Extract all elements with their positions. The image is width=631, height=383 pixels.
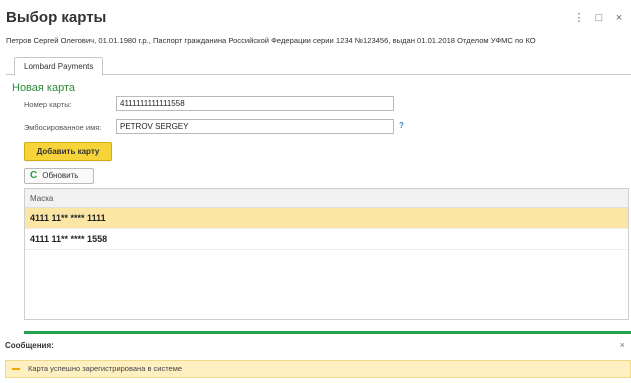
window-title: Выбор карты [6,9,107,26]
table-row[interactable]: 4111 11** **** 1558 [25,229,628,250]
maximize-icon[interactable]: □ [589,10,609,26]
refresh-button[interactable]: C Обновить [24,168,94,184]
section-title: Новая карта [12,82,75,94]
cards-table: Маска 4111 11** **** 1111 4111 11** ****… [24,188,629,320]
embossed-name-input[interactable]: PETROV SERGEY [116,119,394,134]
table-header-mask[interactable]: Маска [25,189,628,208]
help-icon[interactable]: ? [399,121,404,130]
add-card-button[interactable]: Добавить карту [24,142,112,161]
card-selection-window: Выбор карты ⋮ □ × Петров Сергей Олегович… [0,0,631,383]
close-icon[interactable]: × [620,340,625,350]
message-text: Карта успешно зарегистрирована в системе [28,364,183,373]
client-info: Петров Сергей Олегович, 01.01.1980 г.р.,… [6,36,536,45]
more-menu-icon[interactable]: ⋮ [569,10,589,26]
card-number-input[interactable]: 4111111111111558 [116,96,394,111]
tab-bar: Lombard Payments [6,57,631,76]
messages-divider [24,331,631,334]
refresh-icon: C [30,170,38,181]
message-item[interactable]: Карта успешно зарегистрирована в системе [5,360,631,378]
title-bar: Выбор карты ⋮ □ × [0,0,631,34]
refresh-label: Обновить [42,171,79,180]
table-row[interactable]: 4111 11** **** 1111 [25,208,628,229]
close-icon[interactable]: × [609,10,629,26]
card-number-label: Номер карты: [24,100,72,109]
window-controls: ⋮ □ × [569,10,629,26]
message-bullet-icon [12,368,20,370]
tab-lombard-payments[interactable]: Lombard Payments [14,57,104,76]
embossed-name-label: Эмбосированное имя: [24,123,102,132]
messages-title: Сообщения: [5,341,54,350]
